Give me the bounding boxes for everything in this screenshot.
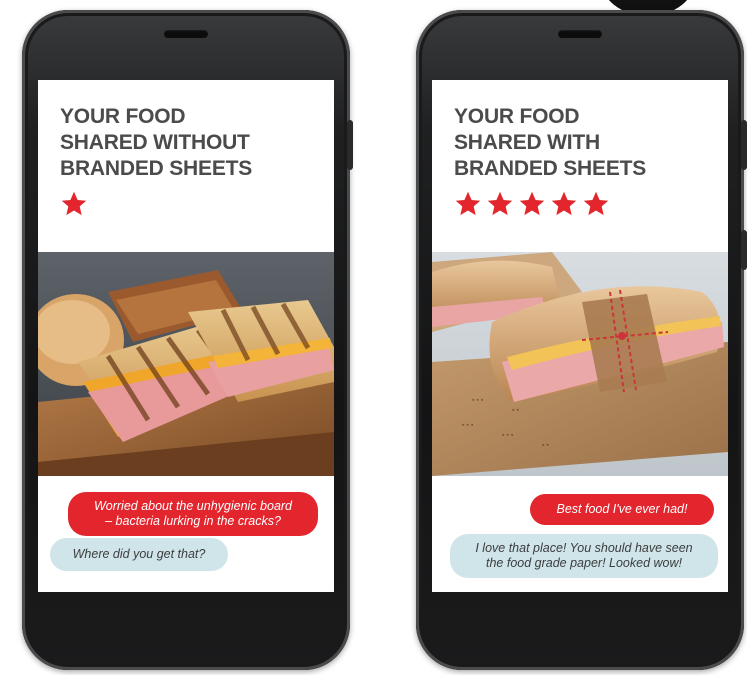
message-line: I love that place! You should have seen [475, 541, 693, 555]
chat-bubble-reply: I love that place! You should have seen … [450, 534, 718, 578]
star-icon [551, 191, 577, 216]
phone-with-branded-sheets: YOUR FOOD SHARED WITH BRANDED SHEETS ▪ ▪… [416, 10, 747, 670]
message-line: Worried about the unhygienic board [93, 499, 293, 513]
headline-line: SHARED WITH [454, 131, 600, 154]
headline-line: BRANDED SHEETS [454, 157, 647, 180]
star-icon [455, 191, 481, 216]
panini-on-board-photo [38, 252, 334, 476]
star-icon [519, 191, 545, 216]
phone-screen: YOUR FOOD SHARED WITH BRANDED SHEETS ▪ ▪… [432, 80, 728, 592]
speaker-grille [558, 30, 602, 38]
svg-text:▪ ▪ ▪: ▪ ▪ ▪ [472, 397, 484, 404]
star-icon [583, 191, 609, 216]
speaker-grille [164, 30, 208, 38]
message-line: the food grade paper! Looked wow! [486, 556, 682, 570]
svg-text:▪ ▪ ▪: ▪ ▪ ▪ [462, 422, 474, 429]
headline: YOUR FOOD SHARED WITH BRANDED SHEETS [454, 104, 714, 182]
headline-line: YOUR FOOD [454, 105, 580, 128]
headline: YOUR FOOD SHARED WITHOUT BRANDED SHEETS [60, 104, 320, 182]
svg-text:▪ ▪: ▪ ▪ [512, 407, 519, 414]
chat-area: Best food I've ever had! I love that pla… [432, 476, 728, 592]
star-icon [487, 191, 513, 216]
message-line: Where did you get that? [72, 547, 206, 561]
chat-bubble-incoming: Best food I've ever had! [530, 494, 714, 525]
headline-line: SHARED WITHOUT [60, 131, 250, 154]
phone-without-branded-sheets: YOUR FOOD SHARED WITHOUT BRANDED SHEETS [22, 10, 353, 670]
message-line: – bacteria lurking in the cracks? [105, 514, 281, 528]
svg-text:▪ ▪: ▪ ▪ [542, 442, 549, 449]
star-rating [454, 190, 610, 218]
screen-header: YOUR FOOD SHARED WITH BRANDED SHEETS [432, 80, 728, 252]
star-icon [61, 191, 87, 216]
headline-line: BRANDED SHEETS [60, 157, 253, 180]
screen-header: YOUR FOOD SHARED WITHOUT BRANDED SHEETS [38, 80, 334, 252]
star-rating [60, 190, 88, 218]
chat-bubble-reply: Where did you get that? [50, 538, 228, 571]
volume-button [741, 230, 747, 270]
chat-bubble-incoming: Worried about the unhygienic board – bac… [68, 492, 318, 536]
svg-text:▪ ▪ ▪: ▪ ▪ ▪ [502, 432, 514, 439]
chat-area: Worried about the unhygienic board – bac… [38, 476, 334, 592]
power-button [347, 120, 353, 170]
power-button [741, 120, 747, 170]
phone-screen: YOUR FOOD SHARED WITHOUT BRANDED SHEETS [38, 80, 334, 592]
wrapped-sandwich-photo: ▪ ▪ ▪ ▪ ▪ ▪ ▪ ▪ ▪ ▪ ▪ ▪ ▪ [432, 252, 728, 476]
message-line: Best food I've ever had! [556, 502, 688, 516]
headline-line: YOUR FOOD [60, 105, 186, 128]
